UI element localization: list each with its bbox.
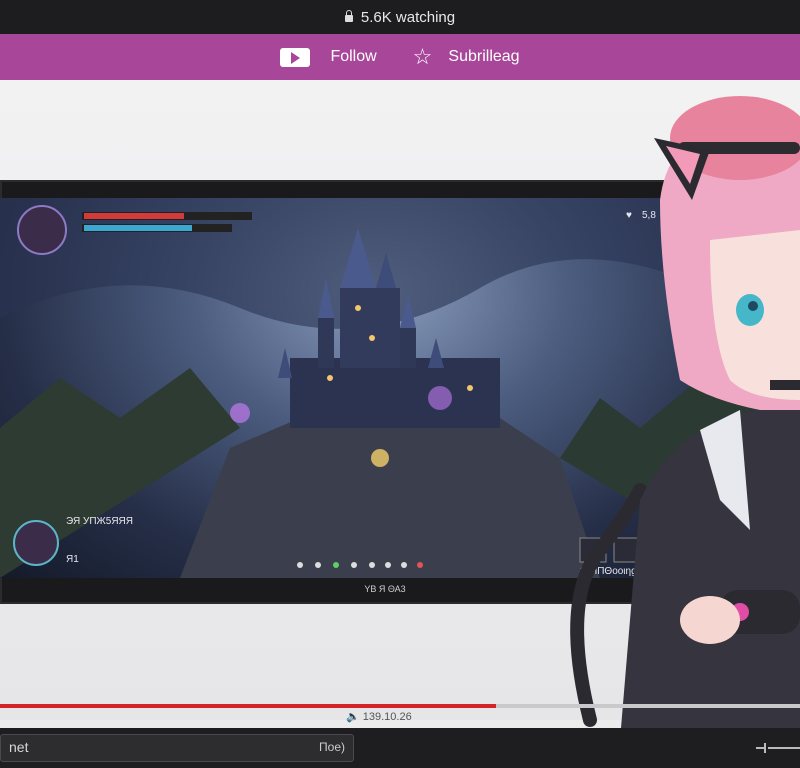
subscribe-button[interactable]: ☆ Subrilleag (413, 46, 520, 68)
top-status-bar: 5.6K watching (0, 0, 800, 34)
viewer-count: 5.6K watching (360, 8, 456, 26)
star-icon: ☆ (412, 44, 433, 69)
player-portrait-icon (13, 520, 59, 566)
follow-button[interactable]: Follow (280, 47, 377, 67)
streamer-avatar (570, 96, 800, 740)
player-name: ЭЯ УΠЖ5ЯЯЯ (66, 516, 134, 527)
speaker-icon[interactable]: 🔈 (346, 711, 360, 723)
seek-bar[interactable] (0, 704, 800, 708)
play-icon (280, 47, 311, 67)
subscribe-label: Subrilleag (448, 48, 520, 65)
player-avatar-icon (17, 205, 67, 255)
playback-time: 🔈 139.10.26 (346, 710, 412, 723)
channel-nav-bar: Follow ☆ Subrilleag (0, 34, 800, 80)
chat-input[interactable]: net Πoe) (0, 734, 354, 762)
send-button[interactable]: Πoe) (319, 740, 345, 754)
seek-bar-fill (0, 704, 496, 708)
time-text: 139.10.26 (362, 711, 412, 723)
volume-slider-icon[interactable] (756, 741, 800, 755)
chat-input-value: net (9, 739, 29, 755)
player-stat: Я1 (66, 554, 79, 565)
follow-label: Follow (330, 48, 377, 65)
lock-icon (344, 9, 353, 22)
